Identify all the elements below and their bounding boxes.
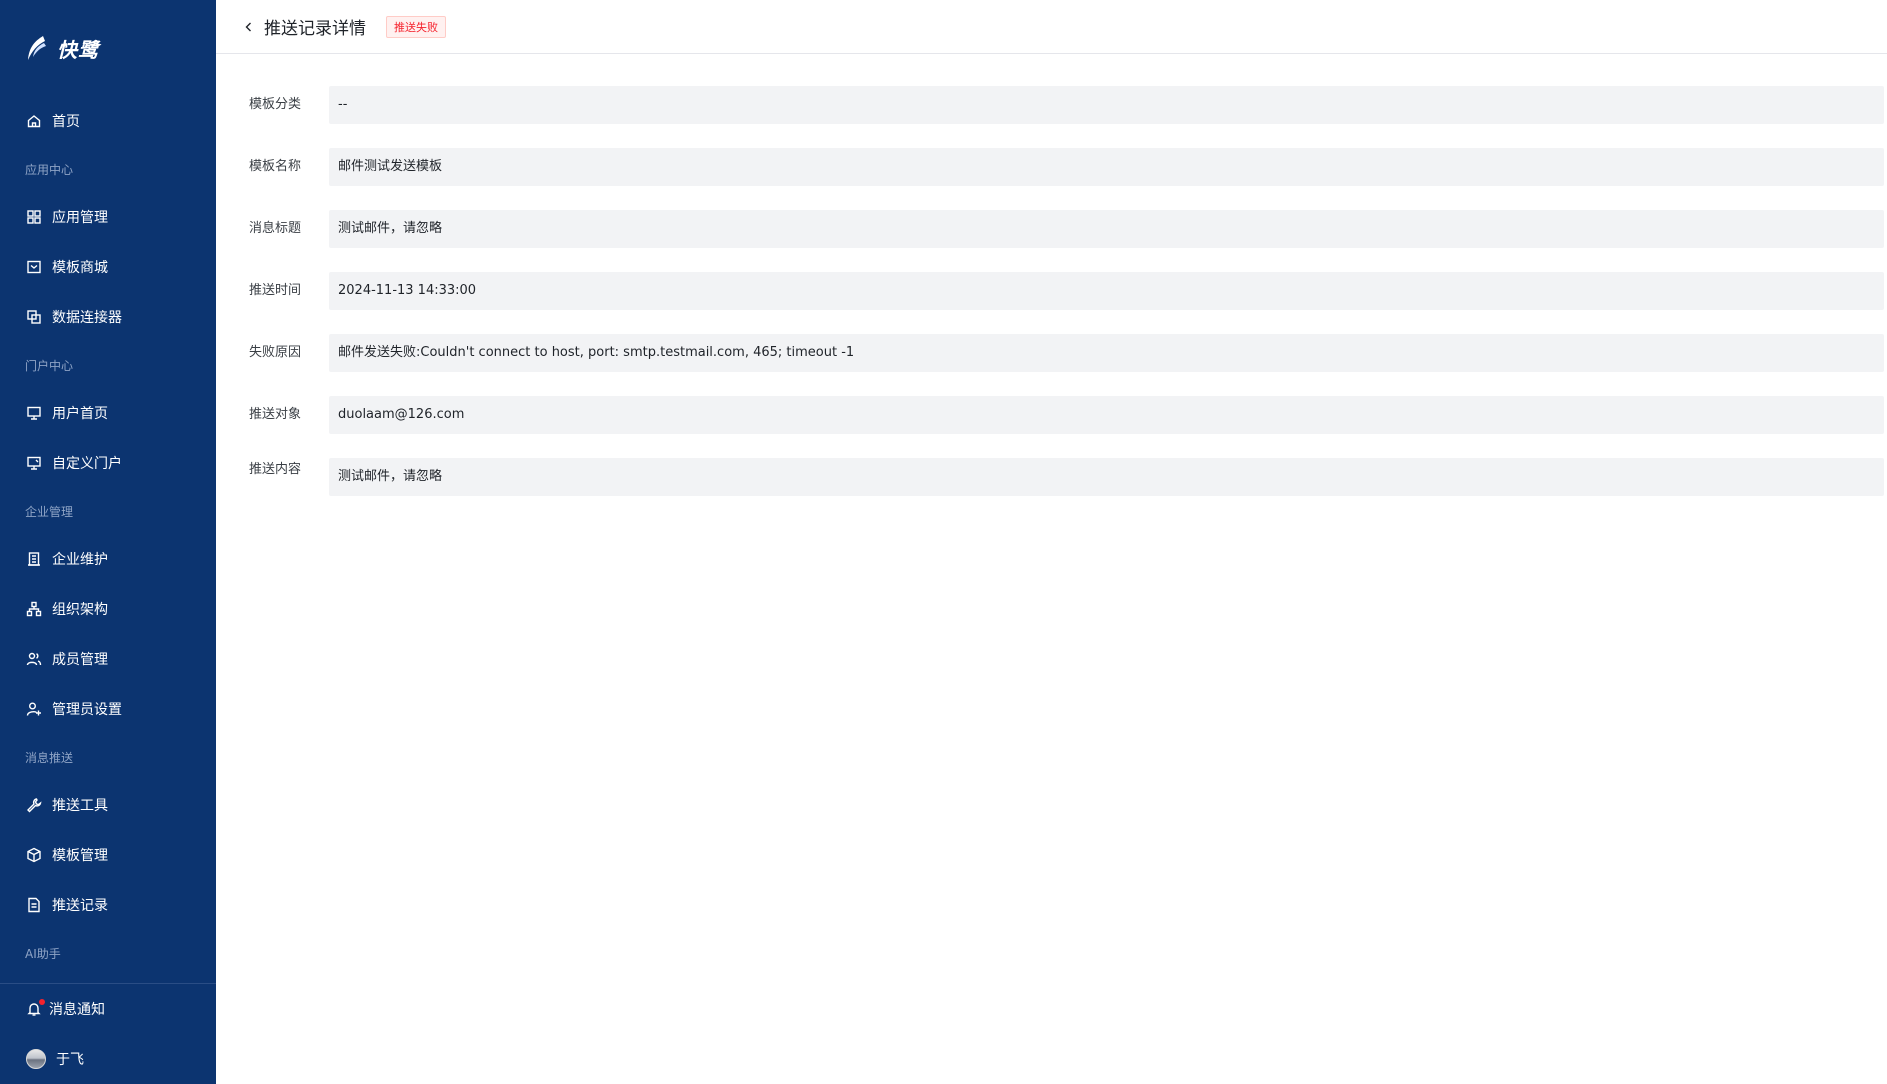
brand-name: 快鹭	[57, 37, 99, 62]
field-value: --	[329, 86, 1884, 124]
sidebar-item-label: 推送记录	[52, 898, 108, 914]
monitor-icon	[26, 405, 42, 421]
section-title-message-push: 消息推送	[25, 750, 74, 765]
sidebar-item-label: 用户首页	[52, 406, 108, 422]
page-title: 推送记录详情	[264, 19, 366, 39]
cube-icon	[26, 847, 42, 863]
field-row-push-content: 推送内容 测试邮件，请忽略	[216, 458, 1887, 496]
section-title-ai-assistant: AI助手	[25, 946, 61, 961]
field-value: 测试邮件，请忽略	[329, 458, 1884, 496]
field-row-push-target: 推送对象 duolaam@126.com	[216, 396, 1887, 434]
connector-icon	[26, 309, 42, 325]
sidebar-item-label: 成员管理	[52, 652, 108, 668]
field-value: 邮件发送失败:Couldn't connect to host, port: s…	[329, 334, 1884, 372]
sidebar: 快鹭 首页 应用中心 应用管理 模板商城 数据连接器 门户中心 用户首页 自定义…	[0, 0, 216, 1084]
sidebar-item-label: 推送工具	[52, 798, 108, 814]
sidebar-item-data-connector[interactable]: 数据连接器	[0, 292, 216, 342]
field-row-failure-reason: 失败原因 邮件发送失败:Couldn't connect to host, po…	[216, 334, 1887, 372]
sidebar-item-org-structure[interactable]: 组织架构	[0, 584, 216, 634]
field-label: 推送内容	[249, 462, 302, 477]
wrench-icon	[26, 797, 42, 813]
sidebar-item-custom-portal[interactable]: 自定义门户	[0, 438, 216, 488]
sidebar-item-user-home[interactable]: 用户首页	[0, 388, 216, 438]
section-title-app-center: 应用中心	[25, 162, 74, 177]
sidebar-item-push-records[interactable]: 推送记录	[0, 880, 216, 930]
field-value: 2024-11-13 14:33:00	[329, 272, 1884, 310]
sidebar-item-label: 模板管理	[52, 848, 108, 864]
logo[interactable]: 快鹭	[0, 0, 216, 96]
store-icon	[26, 259, 42, 275]
field-label: 推送时间	[249, 283, 302, 298]
field-row-push-time: 推送时间 2024-11-13 14:33:00	[216, 272, 1887, 310]
sidebar-item-admin-settings[interactable]: 管理员设置	[0, 684, 216, 734]
monitor-edit-icon	[26, 455, 42, 471]
page-header: 推送记录详情 推送失败	[216, 0, 1887, 54]
sidebar-item-label: 首页	[52, 114, 80, 130]
grid-icon	[26, 209, 42, 225]
sidebar-item-notifications[interactable]: 消息通知	[0, 984, 216, 1034]
field-value: duolaam@126.com	[329, 396, 1884, 434]
sidebar-item-push-tool[interactable]: 推送工具	[0, 780, 216, 830]
sidebar-item-member-management[interactable]: 成员管理	[0, 634, 216, 684]
field-value: 测试邮件，请忽略	[329, 210, 1884, 248]
sidebar-item-label: 数据连接器	[52, 310, 122, 326]
bell-icon-wrap	[26, 999, 45, 1017]
brand-bird-icon	[28, 36, 46, 60]
section-title-portal-center: 门户中心	[25, 358, 74, 373]
org-chart-icon	[26, 601, 42, 617]
field-label: 推送对象	[249, 407, 302, 422]
users-icon	[26, 651, 42, 667]
avatar	[26, 1049, 46, 1069]
back-chevron-icon[interactable]	[242, 20, 256, 34]
sidebar-item-label: 应用管理	[52, 210, 108, 226]
field-row-template-name: 模板名称 邮件测试发送模板	[216, 148, 1887, 186]
sidebar-item-home[interactable]: 首页	[0, 96, 216, 146]
sidebar-item-label: 组织架构	[52, 602, 108, 618]
sidebar-bottom: 消息通知 于飞	[0, 983, 216, 1084]
status-badge: 推送失败	[386, 15, 446, 38]
field-label: 模板分类	[249, 97, 302, 112]
sidebar-item-label: 模板商城	[52, 260, 108, 276]
sidebar-item-label: 企业维护	[52, 552, 108, 568]
document-icon	[26, 897, 42, 913]
notification-dot	[39, 999, 45, 1005]
field-row-message-title: 消息标题 测试邮件，请忽略	[216, 210, 1887, 248]
field-label: 消息标题	[249, 221, 302, 236]
sidebar-item-template-store[interactable]: 模板商城	[0, 242, 216, 292]
section-title-enterprise: 企业管理	[25, 504, 74, 519]
sidebar-item-enterprise-maintenance[interactable]: 企业维护	[0, 534, 216, 584]
building-icon	[26, 551, 42, 567]
field-value: 邮件测试发送模板	[329, 148, 1884, 186]
sidebar-item-app-management[interactable]: 应用管理	[0, 192, 216, 242]
sidebar-item-label: 自定义门户	[52, 456, 122, 472]
user-name: 于飞	[56, 1052, 84, 1068]
sidebar-item-user[interactable]: 于飞	[0, 1034, 216, 1084]
field-row-template-category: 模板分类 --	[216, 86, 1887, 124]
sidebar-item-label: 消息通知	[49, 1002, 105, 1018]
sidebar-item-template-management[interactable]: 模板管理	[0, 830, 216, 880]
field-label: 失败原因	[249, 345, 302, 360]
main-content: 推送记录详情 推送失败 模板分类 -- 模板名称 邮件测试发送模板 消息标题 测…	[216, 0, 1887, 1084]
field-label: 模板名称	[249, 159, 302, 174]
home-icon	[26, 113, 42, 129]
sidebar-nav: 首页 应用中心 应用管理 模板商城 数据连接器 门户中心 用户首页 自定义门户 …	[0, 96, 216, 1084]
user-add-icon	[26, 701, 42, 717]
sidebar-item-label: 管理员设置	[52, 702, 122, 718]
detail-form: 模板分类 -- 模板名称 邮件测试发送模板 消息标题 测试邮件，请忽略 推送时间…	[216, 54, 1887, 520]
